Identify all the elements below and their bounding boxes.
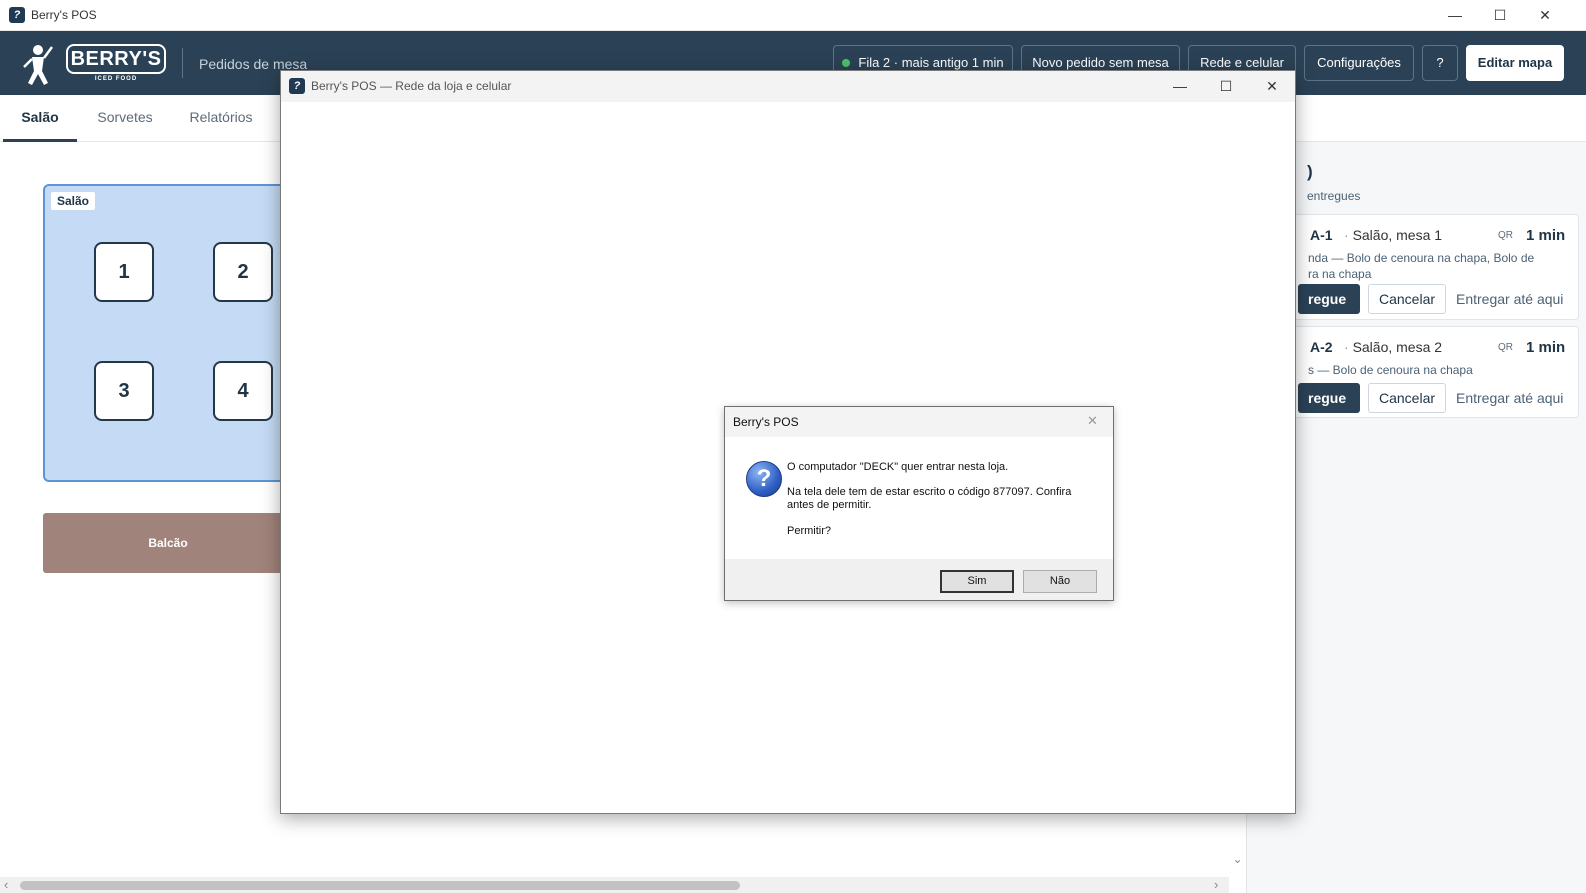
orders-panel-subtitle: entregues bbox=[1307, 189, 1361, 203]
brand-logo-sub: ICED FOOD bbox=[94, 76, 138, 82]
deliver-up-to-here-button[interactable]: Entregar até aqui bbox=[1456, 284, 1563, 314]
dialog-message-line1: O computador "DECK" quer entrar nesta lo… bbox=[787, 461, 1009, 473]
brand-logo: BERRY'S bbox=[66, 44, 166, 74]
minimize-icon[interactable]: — bbox=[1432, 0, 1478, 31]
order-location: · Salão, mesa 2 bbox=[1344, 339, 1443, 355]
orders-panel-title: ) bbox=[1307, 162, 1313, 181]
tab-relatorios[interactable]: Relatórios bbox=[176, 95, 266, 142]
minimize-icon[interactable]: — bbox=[1157, 71, 1203, 102]
order-card: A-1 · Salão, mesa 1 QR 1 min nda — Bolo … bbox=[1257, 214, 1579, 320]
qr-badge: QR bbox=[1498, 342, 1513, 353]
no-button[interactable]: Não bbox=[1023, 570, 1097, 593]
floor-label: Salão bbox=[51, 192, 96, 210]
join-confirm-dialog: Berry's POS ✕ ? O computador "DECK" quer… bbox=[724, 406, 1114, 601]
order-card: A-2 · Salão, mesa 2 QR 1 min s — Bolo de… bbox=[1257, 326, 1579, 418]
orders-panel: ) entregues A-1 · Salão, mesa 1 QR 1 min… bbox=[1246, 142, 1586, 893]
table-2[interactable]: 2 bbox=[213, 242, 273, 302]
modal-titlebar: ? Berry's POS — Rede da loja e celular —… bbox=[281, 71, 1295, 102]
logo-figure-icon bbox=[23, 45, 54, 85]
deliver-button[interactable]: regue bbox=[1298, 284, 1360, 314]
window-title: Berry's POS bbox=[31, 8, 97, 22]
table-4[interactable]: 4 bbox=[213, 361, 273, 421]
counter-area[interactable]: Balcão bbox=[43, 513, 293, 573]
scroll-left-icon[interactable]: ‹ bbox=[4, 877, 8, 892]
deliver-up-to-here-button[interactable]: Entregar até aqui bbox=[1456, 383, 1563, 413]
horizontal-scrollbar[interactable]: ‹ › bbox=[0, 877, 1229, 893]
scroll-right-icon[interactable]: › bbox=[1214, 877, 1218, 892]
main-window-titlebar: ? Berry's POS — ☐ ✕ bbox=[0, 0, 1586, 31]
dialog-message-line2: Na tela dele tem de estar escrito o códi… bbox=[787, 486, 1072, 511]
app-icon: ? bbox=[9, 7, 25, 23]
cancel-order-button[interactable]: Cancelar bbox=[1368, 284, 1447, 314]
horizontal-scrollbar-thumb[interactable] bbox=[20, 881, 740, 890]
close-icon[interactable]: ✕ bbox=[1249, 71, 1295, 102]
dialog-body: ? O computador "DECK" quer entrar nesta … bbox=[725, 437, 1113, 559]
tab-sorvetes[interactable]: Sorvetes bbox=[85, 95, 165, 142]
close-icon[interactable]: ✕ bbox=[1522, 0, 1568, 31]
cancel-order-button[interactable]: Cancelar bbox=[1368, 383, 1447, 413]
floor-area-salao[interactable]: Salão 1 2 3 4 bbox=[43, 184, 293, 482]
help-button[interactable]: ? bbox=[1422, 45, 1458, 81]
app-icon: ? bbox=[289, 78, 305, 94]
dialog-title: Berry's POS bbox=[733, 415, 799, 429]
modal-title: Berry's POS — Rede da loja e celular bbox=[311, 79, 512, 93]
edit-map-button[interactable]: Editar mapa bbox=[1466, 45, 1564, 81]
maximize-icon[interactable]: ☐ bbox=[1477, 0, 1523, 31]
order-time: 1 min bbox=[1526, 339, 1566, 356]
table-3[interactable]: 3 bbox=[94, 361, 154, 421]
header-divider bbox=[182, 48, 183, 78]
dialog-titlebar: Berry's POS ✕ bbox=[725, 407, 1113, 437]
order-time: 1 min bbox=[1526, 227, 1566, 244]
order-items: nda — Bolo de cenoura na chapa, Bolo de bbox=[1308, 251, 1535, 265]
table-1[interactable]: 1 bbox=[94, 242, 154, 302]
dialog-message-line3: Permitir? bbox=[787, 525, 832, 537]
question-icon: ? bbox=[746, 461, 782, 497]
tab-salao[interactable]: Salão bbox=[3, 95, 77, 142]
order-items: s — Bolo de cenoura na chapa bbox=[1308, 363, 1473, 377]
yes-button[interactable]: Sim bbox=[940, 570, 1014, 593]
close-icon[interactable]: ✕ bbox=[1087, 413, 1098, 429]
settings-button[interactable]: Configurações bbox=[1304, 45, 1414, 81]
maximize-icon[interactable]: ☐ bbox=[1203, 71, 1249, 102]
qr-badge: QR bbox=[1498, 230, 1513, 241]
status-dot-icon bbox=[842, 59, 851, 67]
deliver-button[interactable]: regue bbox=[1298, 383, 1360, 413]
order-location: · Salão, mesa 1 bbox=[1344, 227, 1443, 243]
order-id: A-2 bbox=[1310, 339, 1333, 355]
order-items-cont: ra na chapa bbox=[1308, 267, 1372, 281]
scroll-down-icon[interactable]: ⌄ bbox=[1231, 852, 1244, 866]
order-id: A-1 bbox=[1310, 227, 1333, 243]
queue-status-label: Fila 2 · mais antigo 1 min bbox=[858, 55, 1004, 70]
